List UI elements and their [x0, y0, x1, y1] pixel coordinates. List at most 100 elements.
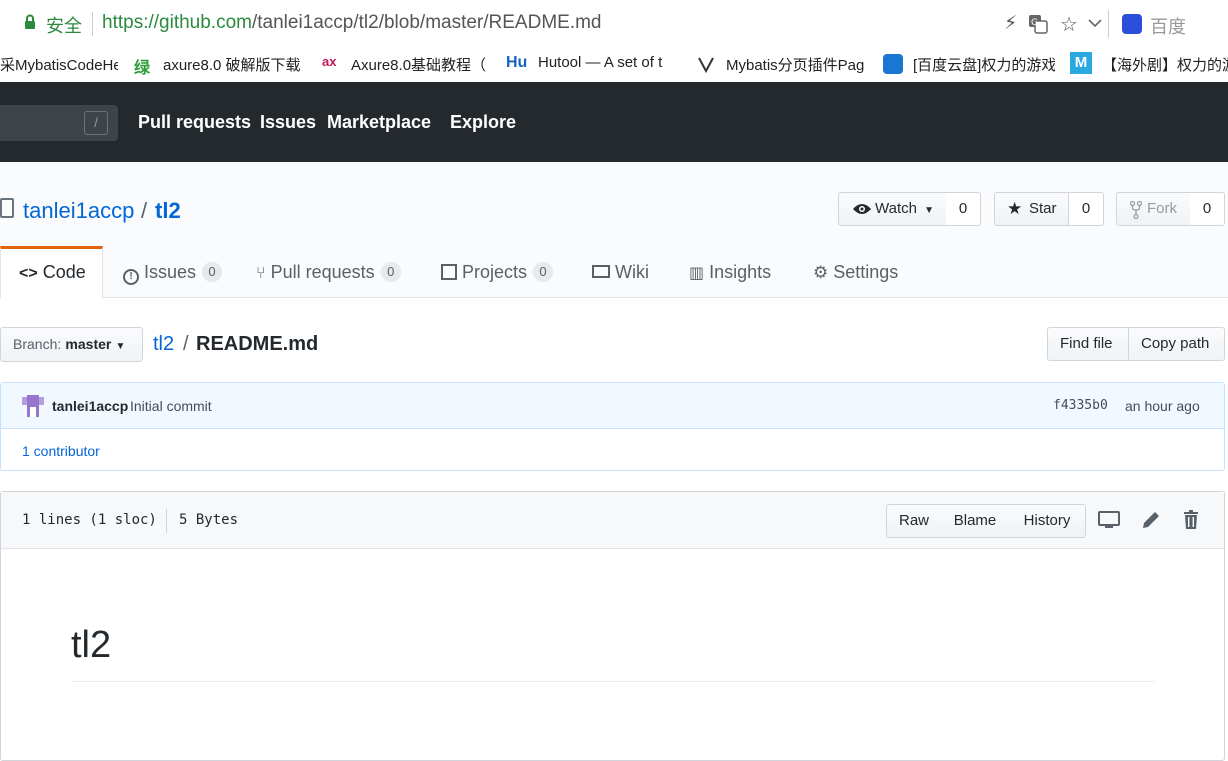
- gear-icon: ⚙: [813, 263, 829, 282]
- caret-down-icon: ▼: [924, 205, 935, 216]
- tab-wiki[interactable]: Wiki: [592, 246, 649, 298]
- star-bookmark-icon[interactable]: ☆: [1060, 12, 1078, 37]
- graph-icon: ▥: [689, 265, 705, 282]
- history-button[interactable]: History: [1009, 504, 1086, 538]
- bookmark-icon: ax: [322, 54, 337, 69]
- bookmark-item[interactable]: Axure8.0基础教程（: [351, 54, 489, 75]
- find-file-button[interactable]: Find file: [1047, 327, 1129, 361]
- eye-icon: [853, 204, 871, 214]
- commit-tease: tanlei1accp Initial commit f4335b0 an ho…: [0, 382, 1225, 471]
- breadcrumb-separator: /: [183, 333, 189, 355]
- commit-author-link[interactable]: tanlei1accp: [52, 398, 128, 414]
- url-field[interactable]: https://github.com/tanlei1accp/tl2/blob/…: [102, 12, 602, 34]
- tab-pull-requests[interactable]: ⑂ Pull requests 0: [256, 246, 401, 298]
- caret-down-icon: ▼: [115, 341, 126, 352]
- fork-label: Fork: [1147, 200, 1177, 217]
- star-label: Star: [1029, 200, 1057, 217]
- trash-icon[interactable]: [1180, 509, 1202, 531]
- file-line-count: 1 lines (1 sloc): [22, 512, 157, 528]
- watch-button[interactable]: Watch ▼: [838, 192, 947, 226]
- divider: [1108, 10, 1109, 38]
- github-header: / Pull requests Issues Marketplace Explo…: [0, 82, 1228, 162]
- tab-label: Projects: [462, 262, 528, 282]
- bookmark-icon: [883, 54, 903, 74]
- bookmark-item[interactable]: [百度云盘]权力的游戏: [913, 54, 1055, 75]
- url-path: /tanlei1accp/tl2/blob/master/README.md: [251, 12, 602, 33]
- breadcrumb-file: README.md: [196, 333, 319, 355]
- svg-text:G: G: [1031, 18, 1038, 28]
- nav-marketplace[interactable]: Marketplace: [327, 112, 431, 133]
- readme-heading: tl2: [71, 624, 112, 666]
- bookmark-item[interactable]: 【海外剧】权力的游: [1102, 54, 1228, 75]
- project-icon: [441, 264, 457, 280]
- branch-prefix: Branch:: [13, 336, 62, 352]
- heading-rule: [71, 681, 1155, 682]
- star-button[interactable]: ★ Star: [994, 192, 1069, 226]
- repo-header: tanlei1accp / tl2 Watch ▼ 0 ★ Star 0 For…: [0, 162, 1228, 299]
- tab-label: Wiki: [615, 262, 650, 282]
- chevron-down-icon[interactable]: [1088, 18, 1102, 28]
- tab-insights[interactable]: ▥ Insights: [689, 246, 771, 298]
- search-shortcut-key: /: [84, 111, 108, 135]
- raw-button[interactable]: Raw: [886, 504, 942, 538]
- browser-address-bar: 安全 https://github.com/tanlei1accp/tl2/bl…: [0, 0, 1228, 48]
- secure-label: 安全: [46, 16, 82, 36]
- tab-label: Issues: [144, 262, 197, 282]
- commit-message-link[interactable]: Initial commit: [130, 398, 212, 414]
- repo-name-link[interactable]: tl2: [155, 198, 181, 224]
- fork-icon: [1130, 201, 1142, 219]
- nav-pull-requests[interactable]: Pull requests: [138, 112, 251, 133]
- desktop-icon[interactable]: [1098, 509, 1120, 531]
- tab-projects[interactable]: Projects 0: [441, 246, 554, 298]
- star-count[interactable]: 0: [1069, 192, 1104, 226]
- blame-button[interactable]: Blame: [941, 504, 1010, 538]
- bookmarks-bar: 采MybatisCodeHe 绿 axure8.0 破解版下载 ax Axure…: [0, 48, 1228, 82]
- tab-settings[interactable]: ⚙ Settings: [813, 246, 898, 298]
- repo-owner-link[interactable]: tanlei1accp: [23, 198, 134, 224]
- search-engine-label[interactable]: 百度: [1150, 13, 1186, 39]
- issues-count-badge: 0: [202, 262, 223, 282]
- divider: [166, 509, 167, 533]
- branch-name: master: [65, 336, 112, 352]
- divider: [92, 12, 93, 36]
- code-icon: <>: [19, 265, 38, 282]
- book-icon: [592, 265, 610, 278]
- bookmark-item[interactable]: 采MybatisCodeHe: [0, 54, 118, 75]
- nav-explore[interactable]: Explore: [450, 112, 516, 133]
- tab-label: Code: [42, 262, 86, 282]
- tab-label: Insights: [709, 262, 772, 282]
- tab-label: Pull requests: [270, 262, 375, 282]
- bookmark-item[interactable]: Mybatis分页插件Pag: [726, 54, 868, 75]
- file-box: 1 lines (1 sloc) 5 Bytes Raw Blame Histo…: [0, 491, 1225, 761]
- nav-issues[interactable]: Issues: [260, 112, 316, 133]
- commit-time: an hour ago: [1125, 398, 1200, 414]
- issue-icon: !: [123, 269, 139, 285]
- branch-select-button[interactable]: Branch: master ▼: [0, 327, 143, 362]
- url-host: https://github.com: [102, 12, 252, 33]
- star-icon: ★: [1007, 199, 1023, 218]
- commit-sha-link[interactable]: f4335b0: [1053, 398, 1108, 413]
- fork-button[interactable]: Fork: [1116, 192, 1191, 226]
- file-size: 5 Bytes: [179, 512, 239, 528]
- bookmark-icon: M: [1070, 52, 1092, 74]
- contributors-link[interactable]: 1 contributor: [22, 443, 100, 459]
- watch-count[interactable]: 0: [946, 192, 981, 226]
- bookmark-item[interactable]: Hutool — A set of t: [538, 54, 678, 71]
- tab-label: Settings: [833, 262, 899, 282]
- pull-request-icon: ⑂: [256, 265, 266, 282]
- breadcrumb-repo-link[interactable]: tl2: [153, 333, 174, 356]
- projects-count-badge: 0: [533, 262, 554, 282]
- fork-count[interactable]: 0: [1190, 192, 1225, 226]
- translate-icon[interactable]: G: [1028, 14, 1048, 34]
- lightning-icon[interactable]: ⚡: [1004, 12, 1017, 35]
- bookmark-icon: Hu: [506, 54, 528, 71]
- lock-icon: [25, 14, 35, 29]
- tab-code[interactable]: <> Code: [0, 246, 103, 299]
- pencil-icon[interactable]: [1140, 509, 1162, 531]
- avatar[interactable]: [22, 395, 44, 417]
- tab-issues[interactable]: ! Issues 0: [123, 246, 223, 298]
- repo-path-separator: /: [141, 198, 148, 223]
- bookmark-item[interactable]: axure8.0 破解版下载: [163, 54, 303, 75]
- bookmark-icon: 绿: [134, 60, 151, 77]
- copy-path-button[interactable]: Copy path: [1128, 327, 1225, 361]
